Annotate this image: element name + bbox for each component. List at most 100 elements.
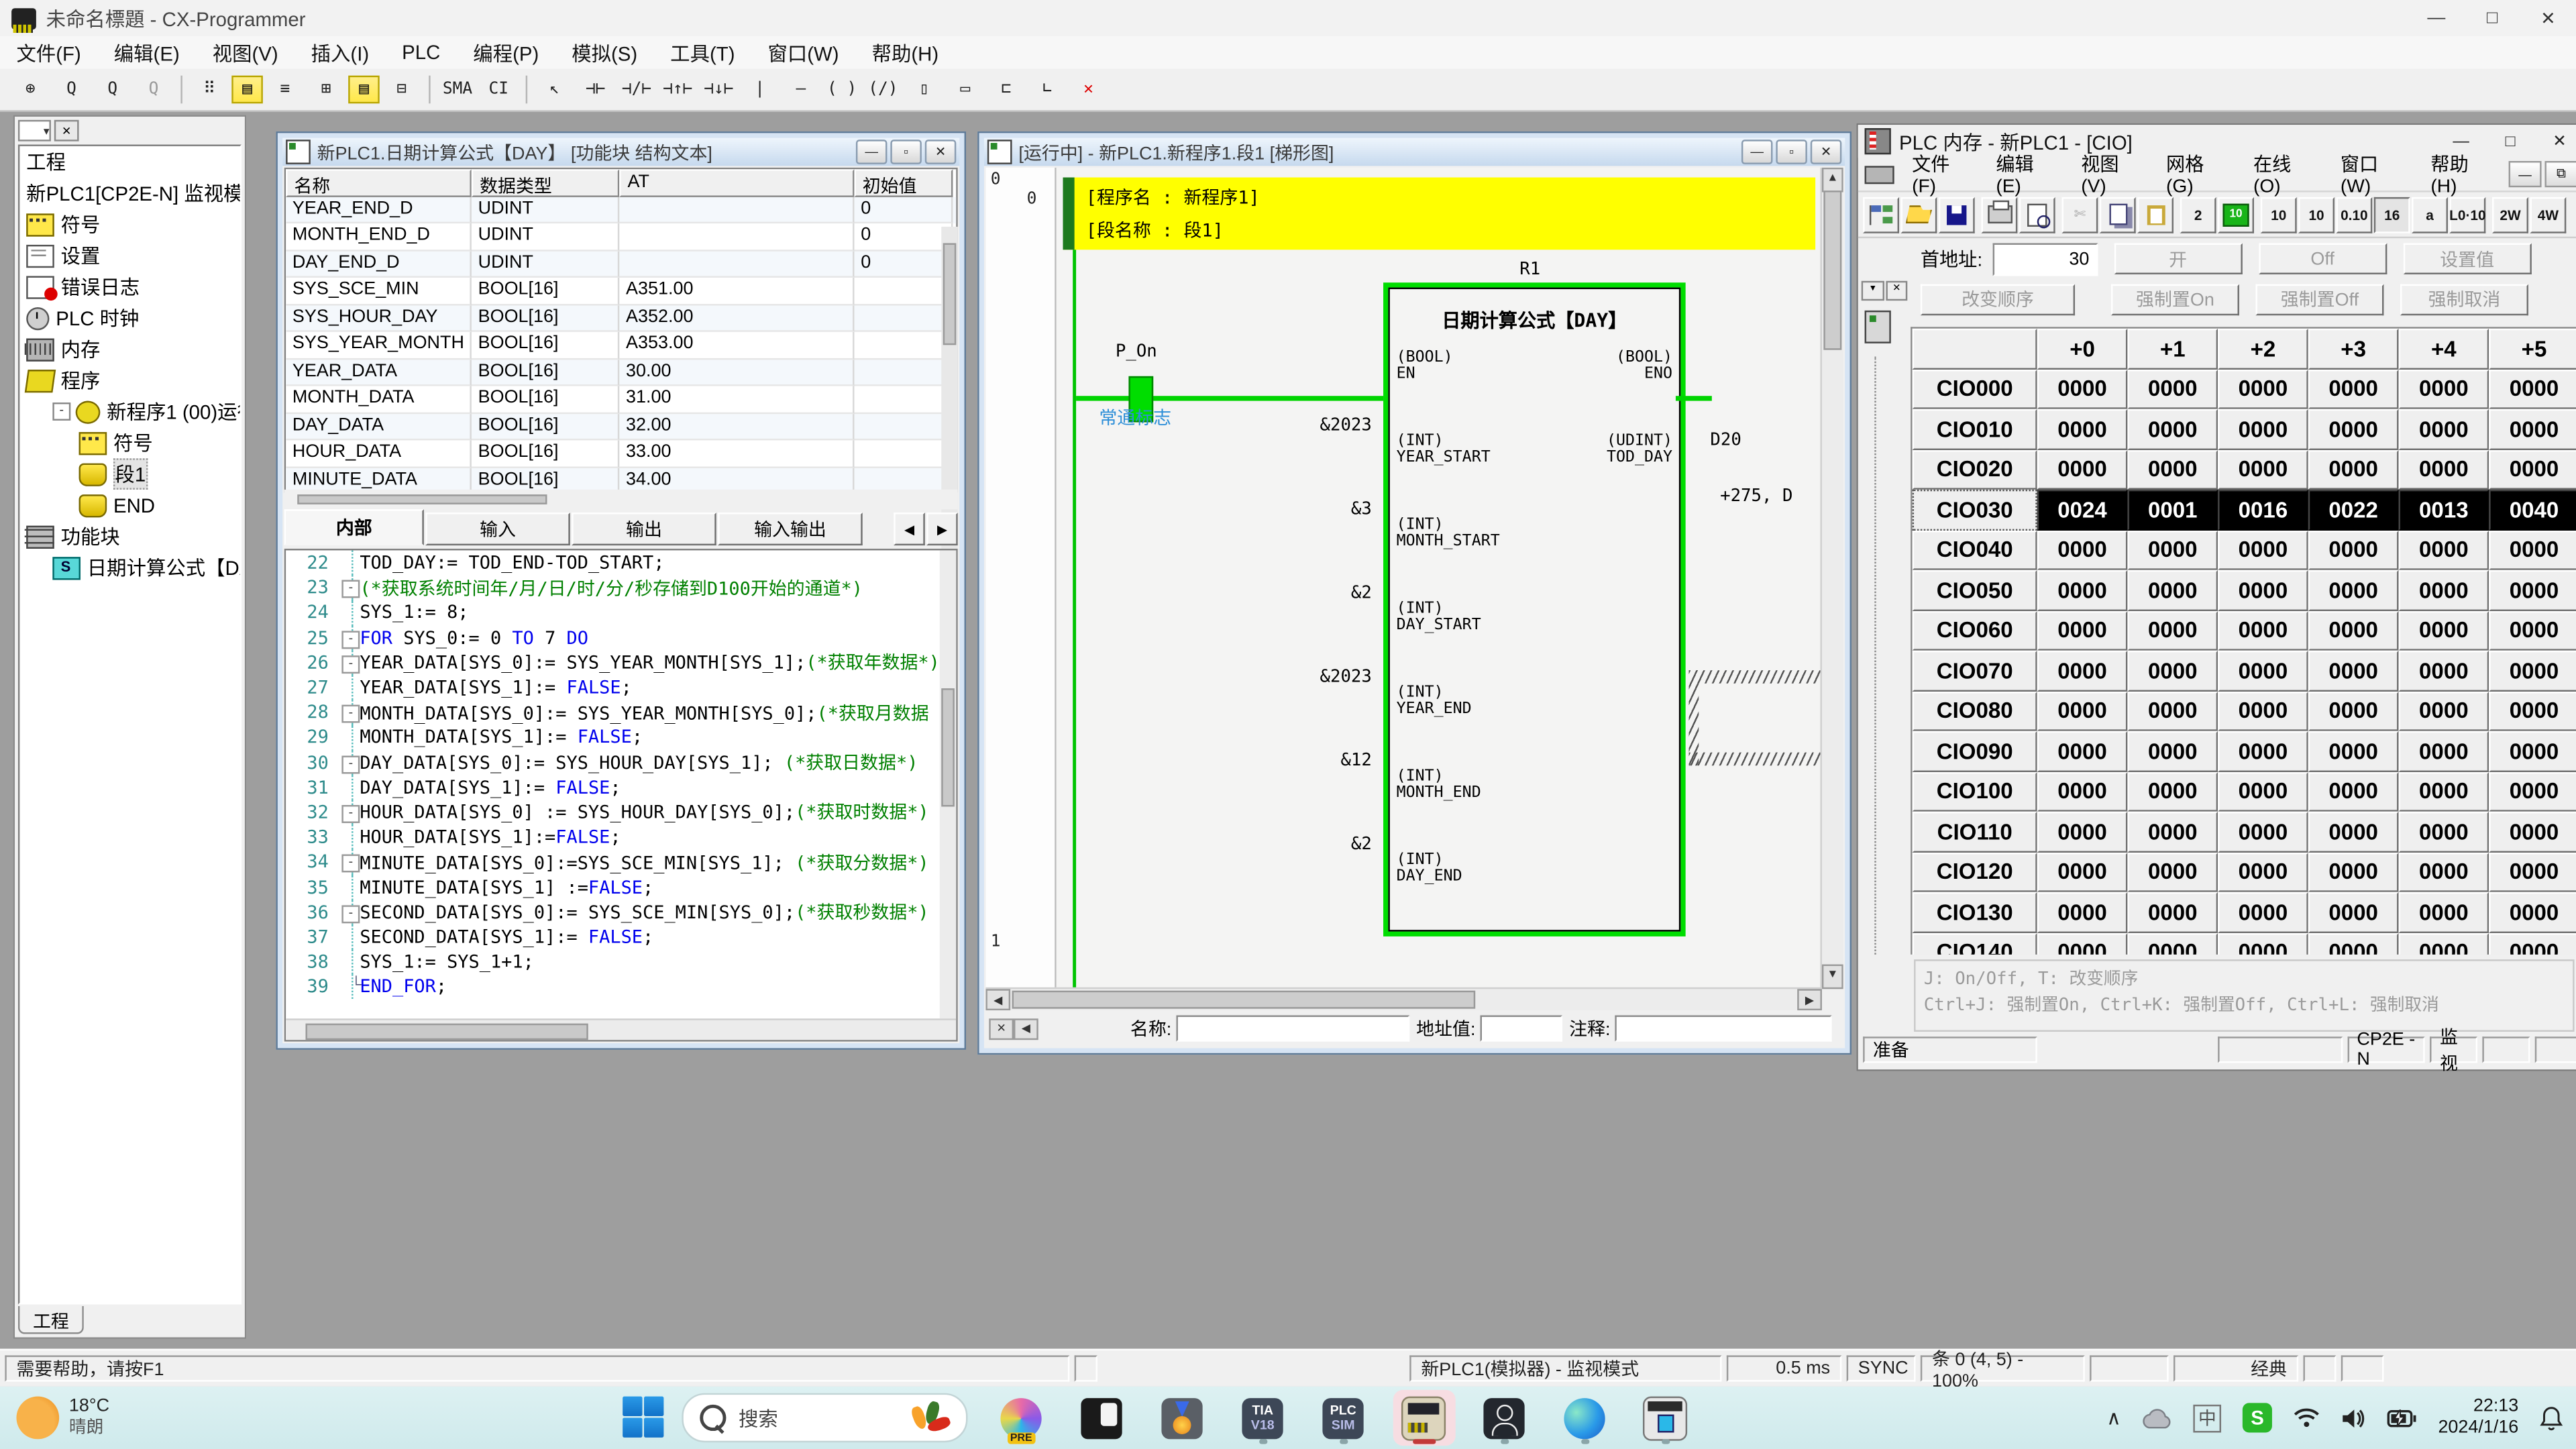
line-corner-icon[interactable]: ∟: [1028, 70, 1066, 108]
tree-root-plc[interactable]: 新PLC1[CP2E-N] 监视模式: [19, 177, 239, 209]
taskbar-app-edge[interactable]: [1554, 1390, 1616, 1446]
code-line-27[interactable]: 27YEAR_DATA[SYS_1]:= FALSE;: [286, 675, 956, 700]
cell-CIO010-+0[interactable]: 0000: [2037, 409, 2128, 449]
cell-CIO090-+0[interactable]: 0000: [2037, 731, 2128, 771]
menu-文件(F)[interactable]: 文件(F): [0, 36, 97, 70]
grid-col-+3[interactable]: +3: [2308, 329, 2399, 369]
field-input-注释:[interactable]: [1615, 1015, 1832, 1041]
memory-row-CIO120[interactable]: CIO120000000000000000000000000: [1913, 852, 2576, 892]
s-app-tray-icon[interactable]: S: [2243, 1403, 2272, 1432]
format-10s-icon[interactable]: 10: [2298, 197, 2334, 233]
vertical-line-icon[interactable]: |: [741, 70, 778, 108]
paste-icon[interactable]: [2137, 197, 2174, 233]
code-line-31[interactable]: 31DAY_DATA[SYS_1]:= FALSE;: [286, 775, 956, 800]
weather-widget[interactable]: 18°C 晴朗: [16, 1397, 109, 1440]
code-line-26[interactable]: 26-YEAR_DATA[SYS_0]:= SYS_YEAR_MONTH[SYS…: [286, 650, 956, 675]
cell-CIO120-+1[interactable]: 0000: [2127, 852, 2218, 892]
memory-menu-文件(F)[interactable]: 文件(F): [1900, 148, 1984, 200]
memory-row-CIO060[interactable]: CIO060000000000000000000000000: [1913, 610, 2576, 651]
cell-CIO030-+5[interactable]: 0040: [2489, 490, 2576, 530]
cell-CIO120-+4[interactable]: 0000: [2399, 852, 2489, 892]
contact-or-nc-icon[interactable]: ⊣↓⊢: [700, 70, 737, 108]
cell-CIO030-+1[interactable]: 0001: [2127, 490, 2218, 530]
format-2-icon[interactable]: 2: [2180, 197, 2216, 233]
mnemonics-icon[interactable]: SMA: [439, 70, 476, 108]
menu-工具(T)[interactable]: 工具(T): [654, 36, 751, 70]
fb-input-value-YEAR_START[interactable]: &2023: [1224, 416, 1371, 435]
cell-CIO050-+2[interactable]: 0000: [2218, 570, 2308, 610]
variable-row-MONTH_DATA[interactable]: MONTH_DATABOOL[16]31.00: [286, 386, 956, 413]
cell-CIO080-+3[interactable]: 0000: [2308, 691, 2399, 731]
tab-project[interactable]: 工程: [18, 1306, 84, 1334]
minimize-button[interactable]: —: [1741, 140, 1773, 164]
cell-CIO080-+5[interactable]: 0000: [2489, 691, 2576, 731]
menu-窗口(W)[interactable]: 窗口(W): [751, 36, 855, 70]
cell-CIO010-+2[interactable]: 0000: [2218, 409, 2308, 449]
variable-row-MONTH_END_D[interactable]: MONTH_END_DUDINT0: [286, 223, 956, 250]
tree-icon[interactable]: [1863, 197, 1899, 233]
fold-collapse-icon[interactable]: -: [341, 580, 360, 598]
taskbar-app-medal-app[interactable]: [1151, 1390, 1214, 1446]
memory-menu-在线(O)[interactable]: 在线(O): [2242, 148, 2329, 200]
address-list-icon[interactable]: ≡: [266, 70, 304, 108]
ime-icon[interactable]: 中: [2194, 1404, 2222, 1432]
code-vscrollbar[interactable]: [940, 550, 956, 1020]
ladder-hscrollbar[interactable]: ◀ ▶: [985, 987, 1822, 1010]
onedrive-cloud-icon[interactable]: [2143, 1407, 2172, 1429]
code-line-33[interactable]: 33HOUR_DATA[SYS_1]:=FALSE;: [286, 825, 956, 850]
cell-CIO100-+4[interactable]: 0000: [2399, 771, 2489, 812]
memory-menu-窗口(W)[interactable]: 窗口(W): [2329, 148, 2420, 200]
local-symbols-icon[interactable]: ▤: [348, 76, 380, 104]
ladder-canvas[interactable]: [程序名 : 新程序1] [段名称 : 段1] P_On 常通标志 R1 日期计…: [1057, 168, 1822, 989]
st-code-editor[interactable]: 22TOD_DAY:= TOD_END-TOD_START;23-(*获取系统时…: [284, 549, 958, 1042]
cell-CIO100-+3[interactable]: 0000: [2308, 771, 2399, 812]
ladder-vscrollbar[interactable]: ▲ ▼: [1820, 168, 1843, 989]
format-a-icon[interactable]: a: [2412, 197, 2448, 233]
cell-CIO020-+2[interactable]: 0000: [2218, 449, 2308, 490]
cell-CIO080-+0[interactable]: 0000: [2037, 691, 2128, 731]
cell-CIO030-+0[interactable]: 0024: [2037, 490, 2128, 530]
cell-CIO020-+5[interactable]: 0000: [2489, 449, 2576, 490]
tree-item-日期计算公式【DAY】[interactable]: 日期计算公式【DAY】: [19, 552, 239, 584]
cell-CIO090-+4[interactable]: 0000: [2399, 731, 2489, 771]
cell-CIO040-+2[interactable]: 0000: [2218, 530, 2308, 570]
cell-CIO030-+2[interactable]: 0016: [2218, 490, 2308, 530]
cell-CIO110-+2[interactable]: 0000: [2218, 812, 2308, 852]
cell-CIO060-+5[interactable]: 0000: [2489, 610, 2576, 651]
memory-row-CIO040[interactable]: CIO040000000000000000000000000: [1913, 530, 2576, 570]
zoom-disabled-icon[interactable]: Q: [135, 70, 172, 108]
zoom-in-icon[interactable]: ⊕: [11, 70, 49, 108]
tree-item-段1[interactable]: 段1: [19, 458, 239, 490]
memory-row-CIO020[interactable]: CIO020000000000000000000000000: [1913, 449, 2576, 490]
cell-CIO000-+4[interactable]: 0000: [2399, 369, 2489, 409]
tree-expand-icon[interactable]: -: [52, 402, 70, 421]
fold-collapse-icon[interactable]: -: [341, 655, 360, 674]
cell-CIO010-+1[interactable]: 0000: [2127, 409, 2218, 449]
cell-CIO050-+0[interactable]: 0000: [2037, 570, 2128, 610]
symbol-table-icon[interactable]: ▤: [231, 76, 263, 104]
cell-CIO030-+4[interactable]: 0013: [2399, 490, 2489, 530]
cell-CIO060-+0[interactable]: 0000: [2037, 610, 2128, 651]
format-2w-icon[interactable]: 2W: [2492, 197, 2528, 233]
memory-row-CIO000[interactable]: CIO000000000000000000000000000: [1913, 369, 2576, 409]
cell-CIO010-+4[interactable]: 0000: [2399, 409, 2489, 449]
horizontal-line-icon[interactable]: —: [782, 70, 820, 108]
cell-CIO000-+0[interactable]: 0000: [2037, 369, 2128, 409]
on-button[interactable]: 开: [2114, 243, 2242, 274]
cell-CIO130-+3[interactable]: 0000: [2308, 892, 2399, 932]
menu-编辑(E)[interactable]: 编辑(E): [97, 36, 196, 70]
column-header-名称[interactable]: 名称: [286, 169, 472, 196]
code-line-37[interactable]: 37SECOND_DATA[SYS_1]:= FALSE;: [286, 924, 956, 949]
start-button[interactable]: [622, 1397, 665, 1440]
start-address-input[interactable]: [1992, 242, 2098, 275]
notification-bell-icon[interactable]: [2540, 1405, 2563, 1430]
cell-CIO140-+2[interactable]: 0000: [2218, 932, 2308, 955]
memory-row-CIO130[interactable]: CIO130000000000000000000000000: [1913, 892, 2576, 932]
cell-CIO070-+4[interactable]: 0000: [2399, 651, 2489, 691]
code-line-32[interactable]: 32-HOUR_DATA[SYS_0] := SYS_HOUR_DAY[SYS_…: [286, 800, 956, 824]
cell-CIO070-+5[interactable]: 0000: [2489, 651, 2576, 691]
memory-row-CIO010[interactable]: CIO010000000000000000000000000: [1913, 409, 2576, 449]
minimize-button[interactable]: —: [2408, 1, 2464, 34]
code-line-23[interactable]: 23-(*获取系统时间年/月/日/时/分/秒存储到D100开始的通道*): [286, 576, 956, 600]
cell-CIO130-+5[interactable]: 0000: [2489, 892, 2576, 932]
